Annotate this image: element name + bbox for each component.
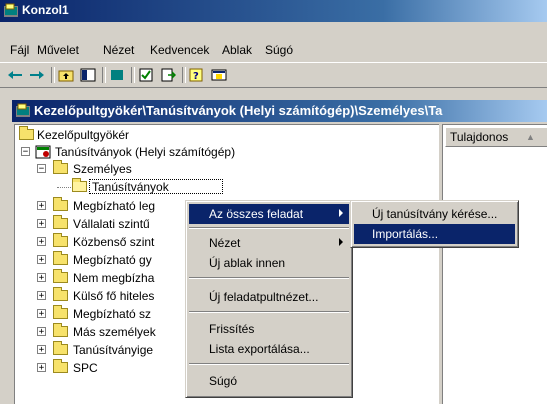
- folder-icon: [19, 126, 34, 140]
- tree-item-label: Kezelőpultgyökér: [37, 128, 130, 142]
- window-title: Konzol1: [22, 3, 69, 17]
- toolbar-separator: [131, 67, 135, 83]
- submenu-arrow-icon: [339, 209, 343, 217]
- expand-toggle[interactable]: +: [37, 327, 46, 337]
- certificates-snapin-icon: [35, 145, 51, 159]
- menu-item-refresh[interactable]: Frissítés: [189, 319, 349, 339]
- menu-view[interactable]: Nézet: [103, 43, 134, 57]
- sort-ascending-icon: ▲: [526, 132, 535, 142]
- expand-toggle[interactable]: +: [37, 255, 46, 265]
- menu-item-label: Frissítés: [209, 322, 255, 336]
- tree-item-label: Közbenső szint: [73, 235, 155, 249]
- menu-separator: [189, 363, 349, 365]
- show-hide-tree-icon[interactable]: [79, 66, 97, 84]
- tree-item-label: Tanúsítványige: [73, 343, 154, 357]
- open-folder-icon: [72, 178, 87, 192]
- column-header-label: Tulajdonos: [450, 130, 509, 144]
- folder-icon: [53, 251, 68, 265]
- help-icon[interactable]: ?: [188, 66, 206, 84]
- mmc-console-icon: [3, 3, 19, 19]
- menu-help[interactable]: Súgó: [265, 43, 293, 57]
- toolbar-separator: [182, 67, 186, 83]
- svg-text:?: ?: [193, 71, 199, 82]
- tree-item-label: Megbízható leg: [73, 199, 156, 213]
- folder-icon: [53, 341, 68, 355]
- context-menu: Az összes feladat Nézet Új ablak innen Ú…: [185, 200, 353, 398]
- tree-line: [57, 187, 71, 188]
- menu-item-label: Súgó: [209, 374, 238, 388]
- folder-icon: [53, 215, 68, 229]
- menu-file[interactable]: Fájl: [10, 43, 29, 57]
- folder-icon: [53, 197, 68, 211]
- menu-item-label: Új tanúsítvány kérése...: [372, 207, 498, 221]
- tree-item-label: Nem megbízha: [73, 271, 155, 285]
- collapse-toggle[interactable]: −: [21, 147, 30, 157]
- menu-item-new-window[interactable]: Új ablak innen: [189, 253, 349, 273]
- menu-bar: Fájl Művelet Nézet Kedvencek Ablak Súgó: [0, 40, 547, 60]
- menu-item-label: Nézet: [209, 236, 241, 250]
- tree-item-label: Megbízható gy: [73, 253, 152, 267]
- mmc-console-icon: [15, 103, 31, 119]
- tree-item-label: Tanúsítványok (Helyi számítógép): [55, 145, 236, 159]
- menu-favorites[interactable]: Kedvencek: [150, 43, 209, 57]
- folder-icon: [53, 305, 68, 319]
- toolbar-separator: [102, 67, 106, 83]
- menu-separator: [189, 277, 349, 279]
- menu-item-label: Új ablak innen: [209, 256, 286, 270]
- expand-toggle[interactable]: +: [37, 291, 46, 301]
- menu-item-view[interactable]: Nézet: [189, 233, 349, 253]
- result-list-pane[interactable]: Tulajdonos ▲: [442, 124, 547, 404]
- delete-icon[interactable]: [108, 66, 126, 84]
- properties-icon[interactable]: [137, 66, 155, 84]
- collapse-toggle[interactable]: −: [37, 164, 46, 174]
- menu-item-all-tasks[interactable]: Az összes feladat: [189, 204, 349, 224]
- folder-icon: [53, 269, 68, 283]
- menu-item-new-taskpad[interactable]: Új feladatpultnézet...: [189, 287, 349, 307]
- menu-item-label: Lista exportálása...: [209, 342, 310, 356]
- column-header-owner[interactable]: Tulajdonos ▲: [445, 127, 547, 147]
- menu-item-request-new-certificate[interactable]: Új tanúsítvány kérése...: [354, 204, 515, 224]
- folder-icon: [53, 233, 68, 247]
- tree-item-label: SPC: [73, 361, 98, 375]
- expand-toggle[interactable]: +: [37, 309, 46, 319]
- console-window-title-bar[interactable]: Kezelőpultgyökér\Tanúsítványok (Helyi sz…: [12, 100, 547, 122]
- toolbar: ?: [0, 62, 547, 88]
- expand-toggle[interactable]: +: [37, 237, 46, 247]
- forward-arrow-icon[interactable]: [28, 66, 46, 84]
- menu-item-label: Az összes feladat: [209, 207, 304, 221]
- menu-separator: [189, 227, 349, 229]
- menu-item-import[interactable]: Importálás...: [354, 224, 515, 244]
- console-window-title: Kezelőpultgyökér\Tanúsítványok (Helyi sz…: [34, 103, 443, 118]
- title-bar[interactable]: Konzol1: [0, 0, 547, 22]
- tree-item-label: Megbízható sz: [73, 307, 152, 321]
- menu-item-label: Új feladatpultnézet...: [209, 290, 319, 304]
- expand-toggle[interactable]: +: [37, 363, 46, 373]
- folder-icon: [53, 160, 68, 174]
- tree-item-label: Személyes: [73, 162, 132, 176]
- folder-icon: [53, 287, 68, 301]
- menu-window[interactable]: Ablak: [222, 43, 252, 57]
- tree-item-label: Tanúsítványok: [92, 180, 169, 194]
- menu-separator: [189, 311, 349, 313]
- toolbar-separator: [51, 67, 55, 83]
- menu-item-help[interactable]: Súgó: [189, 371, 349, 391]
- folder-icon: [53, 359, 68, 373]
- menu-item-export-list[interactable]: Lista exportálása...: [189, 339, 349, 359]
- menu-action[interactable]: Művelet: [37, 43, 79, 57]
- console-icon[interactable]: [210, 66, 228, 84]
- expand-toggle[interactable]: +: [37, 273, 46, 283]
- expand-toggle[interactable]: +: [37, 201, 46, 211]
- folder-icon: [53, 323, 68, 337]
- export-list-icon[interactable]: [159, 66, 177, 84]
- submenu-arrow-icon: [339, 238, 343, 246]
- tree-item-label: Más személyek: [73, 325, 156, 339]
- all-tasks-submenu: Új tanúsítvány kérése... Importálás...: [350, 200, 519, 248]
- up-folder-icon[interactable]: [57, 66, 75, 84]
- menu-item-label: Importálás...: [372, 227, 439, 241]
- tree-item-label: Külső fő hiteles: [73, 289, 155, 303]
- back-arrow-icon[interactable]: [6, 66, 24, 84]
- expand-toggle[interactable]: +: [37, 219, 46, 229]
- tree-item-label: Vállalati szintű: [73, 217, 150, 231]
- expand-toggle[interactable]: +: [37, 345, 46, 355]
